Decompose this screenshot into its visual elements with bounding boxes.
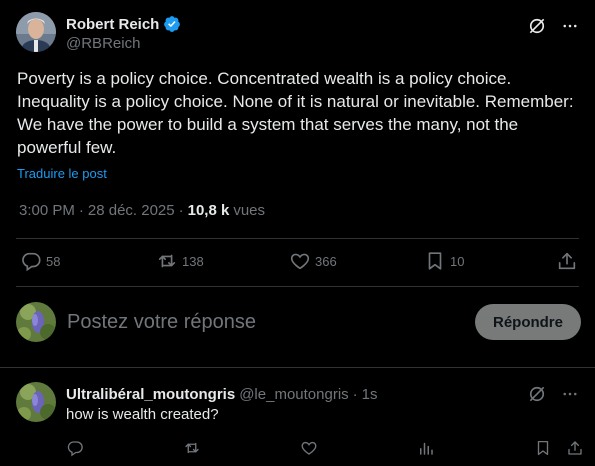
reply-count: 58 xyxy=(46,253,61,269)
bookmark-action[interactable]: 10 xyxy=(424,250,464,272)
author-name-row: Robert Reich xyxy=(66,15,181,33)
views-count: 10,8 k xyxy=(187,202,230,219)
reply-text: how is wealth created? xyxy=(66,406,219,423)
bookmark-count: 10 xyxy=(450,253,465,269)
reply-icon[interactable] xyxy=(66,439,84,457)
like-count: 366 xyxy=(315,253,337,269)
divider xyxy=(0,367,595,368)
reply-header: Ultralibéral_moutongris @le_moutongris ·… xyxy=(66,386,378,403)
more-options-icon[interactable] xyxy=(561,17,579,35)
reply-button[interactable]: Répondre xyxy=(475,304,581,340)
post-time[interactable]: 3:00 PM xyxy=(19,202,75,219)
reply-separator: · xyxy=(352,386,358,403)
post-meta: 3:00 PM · 28 déc. 2025 · 10,8 k vues xyxy=(19,202,265,219)
reply-author-avatar[interactable] xyxy=(16,382,56,422)
repost-icon[interactable] xyxy=(183,439,201,457)
reply-time[interactable]: 1s xyxy=(362,386,378,403)
user-avatar[interactable] xyxy=(16,302,56,342)
grok-icon[interactable] xyxy=(527,16,547,36)
meta-separator: · xyxy=(178,202,184,219)
header-actions xyxy=(527,16,579,36)
share-icon[interactable] xyxy=(566,439,584,457)
translate-post-link[interactable]: Traduire le post xyxy=(17,166,107,181)
heart-icon xyxy=(289,250,311,272)
reply-input[interactable]: Postez votre réponse xyxy=(67,311,256,334)
bookmark-icon xyxy=(424,250,446,272)
author-avatar[interactable] xyxy=(16,12,56,52)
verified-badge-icon xyxy=(163,15,181,33)
views-label: vues xyxy=(233,202,266,219)
reply-action[interactable]: 58 xyxy=(20,250,60,272)
reply-action-bar xyxy=(66,439,586,459)
reply-author-handle[interactable]: @le_moutongris xyxy=(239,386,348,403)
like-action[interactable]: 366 xyxy=(289,250,337,272)
views-analytics-icon[interactable] xyxy=(417,439,435,457)
post-header: Robert Reich @RBReich xyxy=(16,12,579,56)
grok-icon[interactable] xyxy=(527,384,547,404)
share-icon xyxy=(556,250,578,272)
more-options-icon[interactable] xyxy=(561,385,579,403)
post-action-bar: 58 138 366 10 xyxy=(20,250,580,274)
divider xyxy=(16,286,579,287)
repost-count: 138 xyxy=(182,253,204,269)
author-name[interactable]: Robert Reich xyxy=(66,16,159,33)
meta-separator: · xyxy=(78,202,84,219)
author-handle[interactable]: @RBReich xyxy=(66,35,140,52)
post-date[interactable]: 28 déc. 2025 xyxy=(88,202,175,219)
post-text: Poverty is a policy choice. Concentrated… xyxy=(17,69,574,157)
divider xyxy=(16,238,579,239)
repost-action[interactable]: 138 xyxy=(156,250,204,272)
heart-icon[interactable] xyxy=(300,439,318,457)
reply-author-name[interactable]: Ultralibéral_moutongris xyxy=(66,386,235,403)
reply-header-actions xyxy=(527,384,579,404)
bookmark-icon[interactable] xyxy=(534,439,552,457)
share-action[interactable] xyxy=(556,250,578,272)
reply-icon xyxy=(20,250,42,272)
repost-icon xyxy=(156,250,178,272)
